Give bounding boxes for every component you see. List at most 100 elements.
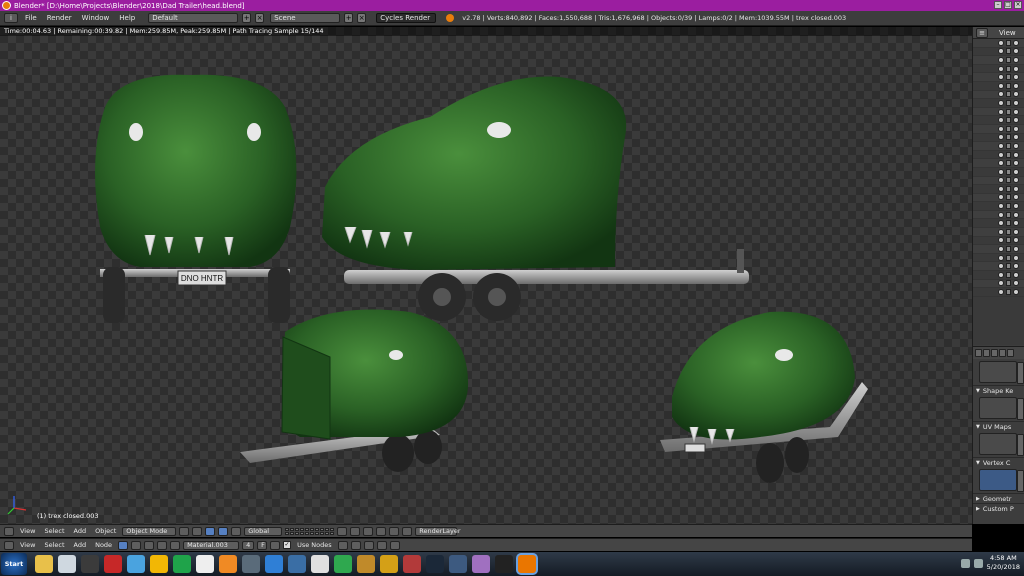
- outliner-row[interactable]: [973, 245, 1024, 254]
- compositing-nodes-icon[interactable]: [131, 540, 142, 550]
- outliner-row[interactable]: [973, 271, 1024, 280]
- system-clock[interactable]: 4:58 AM 5/20/2018: [987, 554, 1020, 572]
- cursor-icon[interactable]: [1006, 289, 1011, 296]
- cursor-icon[interactable]: [1006, 91, 1011, 98]
- cursor-icon[interactable]: [1006, 203, 1011, 210]
- start-button[interactable]: Start: [1, 553, 27, 575]
- cursor-icon[interactable]: [1006, 108, 1011, 115]
- eye-icon[interactable]: [998, 177, 1004, 184]
- outliner-row[interactable]: [973, 82, 1024, 91]
- camera-icon[interactable]: [1013, 246, 1019, 253]
- texture-nodes-icon[interactable]: [144, 540, 155, 550]
- node-menu-node[interactable]: Node: [92, 541, 115, 549]
- camera-icon[interactable]: [1013, 168, 1019, 175]
- remove-layout-button[interactable]: ×: [255, 13, 265, 23]
- view3d-menu-object[interactable]: Object: [92, 527, 119, 535]
- camera-icon[interactable]: [1013, 289, 1019, 296]
- tab-world[interactable]: [999, 349, 1006, 357]
- node-menu-view[interactable]: View: [17, 541, 38, 549]
- eye-icon[interactable]: [998, 185, 1004, 192]
- material-icon[interactable]: [170, 540, 181, 550]
- eye-icon[interactable]: [998, 254, 1004, 261]
- node-tree-icon[interactable]: [389, 540, 400, 550]
- camera-icon[interactable]: [1013, 237, 1019, 244]
- camera-icon[interactable]: [1013, 134, 1019, 141]
- maximize-button[interactable]: □: [1004, 1, 1012, 9]
- outliner-view-menu[interactable]: View: [999, 29, 1016, 37]
- explorer-icon[interactable]: [35, 555, 53, 573]
- arrow-icon[interactable]: [265, 555, 283, 573]
- tab-render[interactable]: [975, 349, 982, 357]
- torrent-icon[interactable]: [127, 555, 145, 573]
- bug-icon[interactable]: [380, 555, 398, 573]
- app-icon[interactable]: [242, 555, 260, 573]
- menu-render[interactable]: Render: [44, 14, 75, 22]
- eye-icon[interactable]: [998, 82, 1004, 89]
- cursor-icon[interactable]: [1006, 39, 1011, 46]
- outliner-row[interactable]: [973, 210, 1024, 220]
- outliner-row[interactable]: [973, 254, 1024, 263]
- viewport-shading-icon[interactable]: [179, 526, 190, 536]
- document-icon[interactable]: [58, 555, 76, 573]
- steam-icon[interactable]: [426, 555, 444, 573]
- eye-icon[interactable]: [998, 289, 1004, 296]
- render-engine-select[interactable]: Cycles Render: [376, 13, 437, 23]
- eye-icon[interactable]: [998, 99, 1004, 106]
- editor-type-icon[interactable]: i: [4, 13, 18, 23]
- panel-geometry-data[interactable]: ▶ Geometr: [973, 493, 1024, 503]
- cursor-icon[interactable]: [1006, 228, 1011, 235]
- node-menu-select[interactable]: Select: [41, 541, 67, 549]
- view3d-menu-select[interactable]: Select: [41, 527, 67, 535]
- camera-icon[interactable]: [1013, 185, 1019, 192]
- tab-object[interactable]: [1007, 349, 1014, 357]
- cursor-icon[interactable]: [1006, 237, 1011, 244]
- panel-shape-keys[interactable]: ▼ Shape Ke: [973, 385, 1024, 395]
- outliner-row[interactable]: [973, 151, 1024, 160]
- media-icon[interactable]: [81, 555, 99, 573]
- use-nodes-checkbox[interactable]: ✓: [283, 541, 292, 549]
- outliner-row[interactable]: [973, 202, 1024, 211]
- menu-help[interactable]: Help: [116, 14, 138, 22]
- camera-icon[interactable]: [1013, 194, 1019, 201]
- uv-maps-list[interactable]: [979, 433, 1024, 456]
- eye-icon[interactable]: [998, 91, 1004, 98]
- paint-icon[interactable]: [288, 555, 306, 573]
- cursor-icon[interactable]: [1006, 125, 1011, 132]
- menu-file[interactable]: File: [22, 14, 40, 22]
- add-layout-button[interactable]: +: [242, 13, 252, 23]
- tab-layers[interactable]: [983, 349, 990, 357]
- outliner-row[interactable]: [973, 279, 1024, 289]
- game-icon[interactable]: [403, 555, 421, 573]
- manipulator-translate-icon[interactable]: [205, 526, 216, 536]
- outliner-row[interactable]: [973, 56, 1024, 65]
- view3d-menu-view[interactable]: View: [17, 527, 38, 535]
- outliner[interactable]: ≡ View: [973, 27, 1024, 345]
- camera-icon[interactable]: [1013, 254, 1019, 261]
- network-icon[interactable]: [960, 558, 970, 568]
- view3d-editor-icon[interactable]: [4, 526, 14, 536]
- eye-icon[interactable]: [998, 237, 1004, 244]
- cursor-icon[interactable]: [1006, 82, 1011, 89]
- cursor-icon[interactable]: [1006, 74, 1011, 81]
- pdf-icon[interactable]: [104, 555, 122, 573]
- unlink-material-icon[interactable]: [270, 540, 281, 550]
- panel-uv-maps[interactable]: ▼ UV Maps: [973, 421, 1024, 431]
- eye-icon[interactable]: [998, 280, 1004, 287]
- scene-field[interactable]: Scene: [270, 13, 341, 23]
- eye-icon[interactable]: [998, 125, 1004, 132]
- cursor-icon[interactable]: [1006, 56, 1011, 63]
- outliner-row[interactable]: [973, 168, 1024, 177]
- fake-user-toggle[interactable]: F: [257, 540, 268, 550]
- camera-icon[interactable]: [1013, 99, 1019, 106]
- node-editor-icon[interactable]: [4, 540, 14, 550]
- transform-orientation-select[interactable]: Global: [244, 526, 283, 536]
- outliner-row[interactable]: [973, 107, 1024, 117]
- cursor-icon[interactable]: [1006, 220, 1011, 227]
- outliner-row[interactable]: [973, 288, 1024, 297]
- camera-icon[interactable]: [1013, 142, 1019, 149]
- alien-icon[interactable]: [495, 555, 513, 573]
- manipulator-rotate-icon[interactable]: [218, 526, 229, 536]
- cursor-icon[interactable]: [1006, 142, 1011, 149]
- cursor-icon[interactable]: [1006, 168, 1011, 175]
- manipulator-scale-icon[interactable]: [231, 526, 242, 536]
